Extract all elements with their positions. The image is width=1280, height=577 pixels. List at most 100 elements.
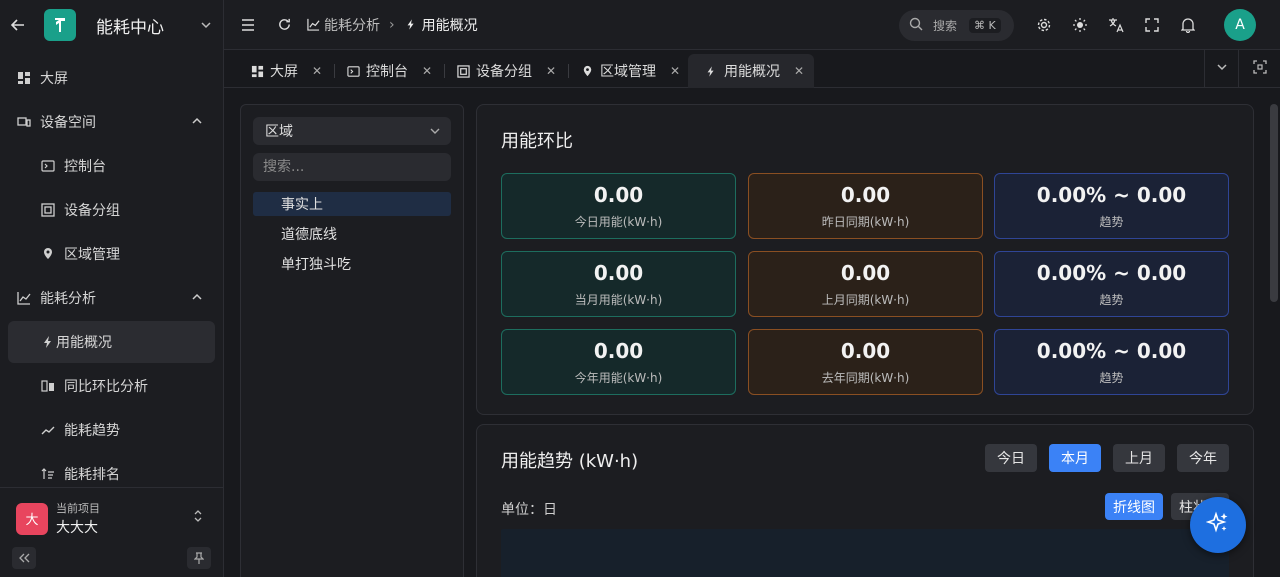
tab-dashboard[interactable]: 大屏 ✕ [250, 54, 322, 88]
tree-search-input[interactable] [253, 153, 451, 181]
project-avatar: 大 [16, 502, 48, 535]
sidebar-menu: 大屏 设备空间 控制台 设备分组 区域管理 能耗分析 用能概况 同比环比分析 能… [0, 50, 223, 496]
tab-area-management[interactable]: 区域管理 ✕ [580, 54, 680, 88]
sidebar-item-label: 设备分组 [64, 203, 120, 219]
menu-icon[interactable] [240, 17, 256, 33]
breadcrumb-item[interactable]: 能耗分析 [324, 15, 380, 35]
line-chart-icon [16, 290, 32, 306]
dashboard-icon [16, 70, 32, 86]
app-logo [44, 9, 76, 41]
range-this-month-button[interactable]: 本月 [1049, 444, 1101, 472]
tree-item[interactable]: 单打独斗吃 [253, 252, 451, 276]
project-name: 大大大 [56, 520, 98, 536]
back-arrow-icon[interactable] [10, 17, 26, 33]
tab-label: 设备分组 [476, 64, 532, 80]
sidebar-item-dashboard[interactable]: 大屏 [0, 56, 223, 100]
close-icon[interactable]: ✕ [546, 64, 556, 78]
search-shortcut: ⌘ K [969, 18, 1001, 33]
terminal-icon [346, 64, 360, 78]
stat-value: 0.00% ~ 0.00 [1036, 260, 1187, 285]
sidebar-item-console[interactable]: 控制台 [0, 144, 223, 188]
stat-label: 当月用能(kW·h) [574, 292, 663, 307]
area-tree: 事实上 道德底线 单打独斗吃 [253, 192, 451, 282]
tabs-maximize-button[interactable] [1238, 50, 1280, 87]
tree-item[interactable]: 事实上 [253, 192, 451, 216]
stat-value: 0.00 [840, 182, 891, 207]
tab-label: 大屏 [270, 64, 298, 80]
sidebar-item-label: 大屏 [40, 71, 68, 87]
sidebar: 能耗中心 大屏 设备空间 控制台 设备分组 区域管理 能耗分析 用能概况 同比环… [0, 0, 224, 577]
sidebar-item-label: 能耗趋势 [64, 423, 120, 439]
app-name: 能耗中心 [96, 17, 164, 38]
range-last-month-button[interactable]: 上月 [1113, 444, 1165, 472]
sidebar-item-device-space[interactable]: 设备空间 [0, 100, 223, 144]
focus-icon [1252, 59, 1267, 78]
pin-icon[interactable] [187, 547, 211, 569]
tab-energy-overview[interactable]: 用能概况 ✕ [688, 54, 815, 88]
sidebar-item-label: 区域管理 [64, 247, 120, 263]
close-icon[interactable]: ✕ [312, 64, 322, 78]
stat-last-month: 0.00 上月同期(kW·h) [748, 251, 983, 317]
stat-label: 去年同期(kW·h) [821, 370, 910, 385]
location-pin-icon [580, 64, 594, 78]
group-icon [456, 64, 470, 78]
location-pin-icon [40, 246, 56, 262]
stat-today: 0.00 今日用能(kW·h) [501, 173, 736, 239]
tab-label: 用能概况 [724, 64, 780, 80]
sidebar-footer: 大 当前项目 大大大 [0, 487, 223, 577]
sidebar-item-energy-trend[interactable]: 能耗趋势 [0, 408, 223, 452]
user-avatar[interactable]: A [1224, 9, 1256, 41]
tree-item[interactable]: 道德底线 [253, 222, 451, 246]
chevron-up-icon [191, 291, 203, 303]
range-this-year-button[interactable]: 今年 [1177, 444, 1229, 472]
sidebar-item-yoy-analysis[interactable]: 同比环比分析 [0, 364, 223, 408]
sidebar-item-energy-overview[interactable]: 用能概况 [8, 321, 215, 363]
fullscreen-icon[interactable] [1144, 17, 1160, 33]
tab-bar: 大屏 ✕ 控制台 ✕ 设备分组 ✕ 区域管理 ✕ 用能概况 ✕ [224, 50, 1280, 88]
tab-label: 区域管理 [600, 64, 656, 80]
chevron-up-icon [191, 115, 203, 127]
scrollbar[interactable] [1270, 104, 1278, 302]
sidebar-item-device-group[interactable]: 设备分组 [0, 188, 223, 232]
ai-assistant-button[interactable] [1190, 497, 1246, 553]
close-icon[interactable]: ✕ [422, 64, 432, 78]
bell-icon[interactable] [1180, 17, 1196, 33]
stat-label: 上月同期(kW·h) [821, 292, 910, 307]
range-today-button[interactable]: 今日 [985, 444, 1037, 472]
project-switcher[interactable]: 大 当前项目 大大大 [16, 500, 100, 537]
collapse-sidebar-button[interactable] [12, 547, 36, 569]
sun-icon[interactable] [1072, 17, 1088, 33]
trend-icon [40, 422, 56, 438]
tab-divider [334, 64, 335, 78]
close-icon[interactable]: ✕ [794, 64, 804, 78]
gear-icon[interactable] [1036, 17, 1052, 33]
tabs-dropdown-button[interactable] [1204, 50, 1238, 87]
chevron-updown-icon[interactable] [193, 508, 203, 524]
tab-divider [444, 64, 445, 78]
project-info: 当前项目 大大大 [56, 500, 100, 537]
tab-console[interactable]: 控制台 ✕ [346, 54, 432, 88]
sidebar-item-area-management[interactable]: 区域管理 [0, 232, 223, 276]
sidebar-item-energy-analysis[interactable]: 能耗分析 [0, 276, 223, 320]
sidebar-item-label: 能耗排名 [64, 467, 120, 483]
refresh-icon[interactable] [276, 17, 292, 33]
bolt-icon [40, 334, 56, 350]
devices-icon [16, 114, 32, 130]
stat-label: 昨日同期(kW·h) [821, 214, 910, 229]
stat-label: 今年用能(kW·h) [574, 370, 663, 385]
close-icon[interactable]: ✕ [670, 64, 680, 78]
translate-icon[interactable] [1108, 17, 1124, 33]
line-chart-button[interactable]: 折线图 [1105, 493, 1163, 520]
search-button[interactable]: 搜索 ⌘ K [899, 10, 1014, 41]
chevron-down-icon[interactable] [199, 18, 213, 32]
tree-type-select[interactable]: 区域 [253, 117, 451, 145]
stat-day-trend: 0.00% ~ 0.00 趋势 [994, 173, 1229, 239]
unit-label: 单位：日 [501, 502, 557, 518]
dashboard-icon [250, 64, 264, 78]
sort-icon [40, 466, 56, 482]
chevron-down-icon [429, 125, 441, 137]
stat-value: 0.00 [840, 338, 891, 363]
bolt-icon [404, 17, 418, 33]
select-value: 区域 [265, 124, 293, 140]
tab-device-group[interactable]: 设备分组 ✕ [456, 54, 556, 88]
